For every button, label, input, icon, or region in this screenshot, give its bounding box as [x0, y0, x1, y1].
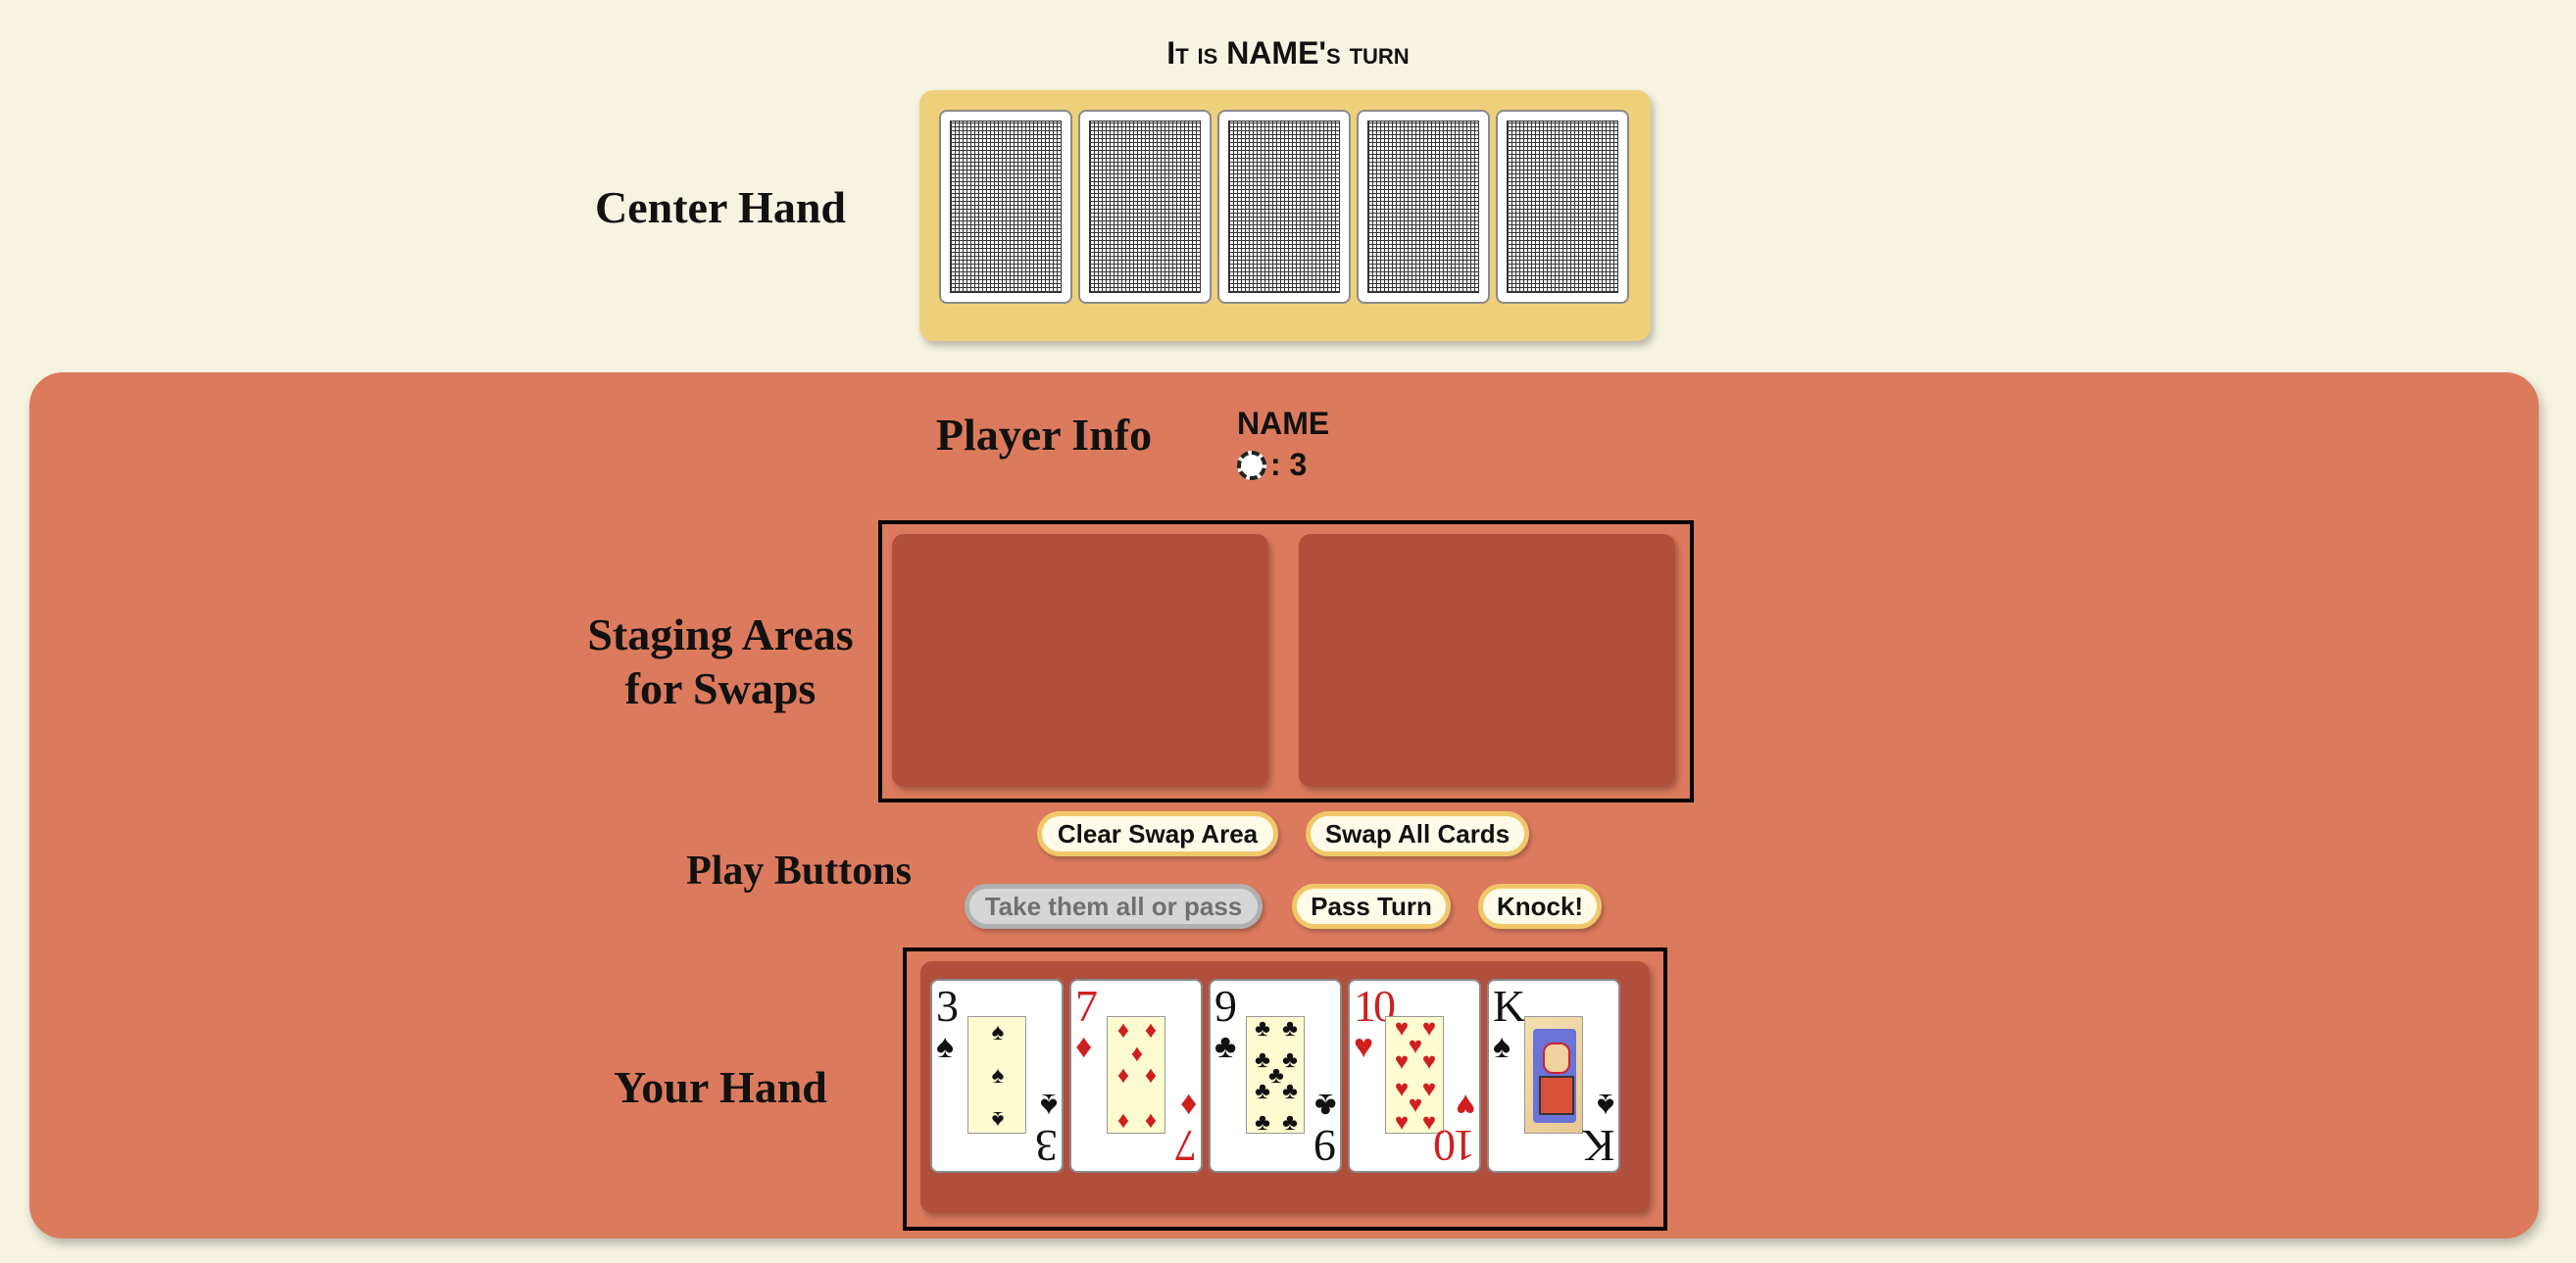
card-back-pattern	[950, 121, 1062, 293]
heart-pip-icon: ♥	[1421, 1048, 1437, 1075]
card-suit: ♠	[936, 1028, 955, 1065]
center-hand-label: Center Hand	[595, 182, 846, 232]
center-card-4[interactable]	[1357, 110, 1490, 304]
staging-label-line2: for Swaps	[624, 663, 817, 714]
your-hand-frame: 3 ♠ ♠ ♠ ♠ ♠ 3 7 ♦ ♦ ♦ ♦ ♦ ♦ ♦ ♦ ♦ 7 9 ♣ …	[903, 947, 1667, 1231]
card-rank: 9	[1316, 1121, 1336, 1171]
card-rank: 3	[936, 981, 959, 1031]
club-pip-icon: ♣	[1282, 1109, 1298, 1136]
card-suit: ♥	[1455, 1087, 1475, 1124]
player-chips: : 3	[1237, 447, 1307, 483]
card-rank: 10	[1436, 1121, 1475, 1171]
card-rank: K	[1584, 1121, 1614, 1171]
your-hand-label: Your Hand	[614, 1062, 827, 1112]
staging-label-line1: Staging Areas	[587, 609, 854, 659]
card-center: ♥ ♥ ♥ ♥ ♥ ♥ ♥ ♥ ♥ ♥	[1385, 1016, 1444, 1136]
player-info-label: Player Info	[935, 410, 1153, 460]
diamond-pip-icon: ♦	[1144, 1017, 1158, 1044]
staging-frame	[878, 520, 1694, 802]
swap-all-cards-button[interactable]: Swap All Cards	[1306, 811, 1529, 856]
diamond-pip-icon: ♦	[1116, 1062, 1130, 1089]
clear-swap-area-button[interactable]: Clear Swap Area	[1037, 811, 1278, 856]
center-card-2[interactable]	[1078, 110, 1212, 304]
chip-count: : 3	[1270, 447, 1308, 482]
card-rank: 9	[1214, 981, 1237, 1031]
hand-card-5[interactable]: K ♠ ♠ K	[1487, 979, 1620, 1173]
club-pip-icon: ♣	[1255, 1109, 1270, 1136]
card-suit: ♠	[1493, 1028, 1511, 1065]
diamond-pip-icon: ♦	[1116, 1107, 1130, 1134]
diamond-pip-icon: ♦	[1144, 1062, 1158, 1089]
card-center: ♦ ♦ ♦ ♦ ♦ ♦ ♦	[1107, 1016, 1165, 1134]
club-pip-icon: ♣	[1282, 1078, 1298, 1104]
card-rank: 7	[1177, 1121, 1197, 1171]
spade-pip-icon: ♠	[991, 1062, 1005, 1089]
hand-card-4[interactable]: 10 ♥ ♥ ♥ ♥ ♥ ♥ ♥ ♥ ♥ ♥ ♥ ♥ 10	[1348, 979, 1481, 1173]
club-pip-icon: ♣	[1255, 1078, 1270, 1104]
card-center: ♠ ♠ ♠	[967, 1016, 1026, 1134]
card-suit: ♠	[1596, 1087, 1614, 1124]
staging-areas-label: Staging Areas for Swaps	[549, 607, 892, 715]
card-back-pattern	[1089, 121, 1201, 293]
card-suit: ♦	[1075, 1028, 1093, 1065]
turn-indicator: It is NAME's turn	[1166, 35, 1410, 71]
club-pip-icon: ♣	[1282, 1015, 1298, 1042]
knock-button[interactable]: Knock!	[1478, 884, 1602, 929]
your-hand-tray: 3 ♠ ♠ ♠ ♠ ♠ 3 7 ♦ ♦ ♦ ♦ ♦ ♦ ♦ ♦ ♦ 7 9 ♣ …	[920, 961, 1650, 1213]
center-hand-tray	[919, 90, 1651, 341]
heart-pip-icon: ♥	[1394, 1109, 1410, 1136]
card-suit: ♣	[1214, 1028, 1237, 1065]
diamond-pip-icon: ♦	[1144, 1107, 1158, 1134]
spade-pip-icon: ♠	[991, 1019, 1005, 1045]
card-suit: ♦	[1179, 1087, 1197, 1124]
center-card-1[interactable]	[939, 110, 1072, 304]
club-pip-icon: ♣	[1255, 1015, 1270, 1042]
pass-turn-button[interactable]: Pass Turn	[1292, 884, 1451, 929]
card-back-pattern	[1228, 121, 1340, 293]
spade-pip-icon: ♠	[991, 1106, 1005, 1133]
card-back-pattern	[1507, 121, 1618, 293]
hand-card-2[interactable]: 7 ♦ ♦ ♦ ♦ ♦ ♦ ♦ ♦ ♦ 7	[1069, 979, 1203, 1173]
card-suit: ♣	[1313, 1087, 1336, 1124]
card-suit: ♥	[1354, 1028, 1374, 1065]
play-buttons-label: Play Buttons	[686, 849, 912, 894]
card-back-pattern	[1367, 121, 1479, 293]
staging-area-right[interactable]	[1299, 534, 1675, 787]
staging-area-left[interactable]	[892, 534, 1268, 787]
player-name: NAME	[1237, 406, 1330, 441]
hand-card-3[interactable]: 9 ♣ ♣ ♣ ♣ ♣ ♣ ♣ ♣ ♣ ♣ ♣ 9	[1209, 979, 1342, 1173]
heart-pip-icon: ♥	[1394, 1048, 1410, 1075]
chip-icon	[1237, 450, 1266, 480]
card-rank: K	[1493, 981, 1525, 1031]
take-them-all-or-pass-button[interactable]: Take them all or pass	[965, 884, 1263, 929]
card-suit: ♠	[1039, 1087, 1058, 1124]
card-center	[1524, 1016, 1583, 1134]
hand-card-1[interactable]: 3 ♠ ♠ ♠ ♠ ♠ 3	[930, 979, 1064, 1173]
diamond-pip-icon: ♦	[1116, 1017, 1130, 1044]
card-center: ♣ ♣ ♣ ♣ ♣ ♣ ♣ ♣ ♣	[1246, 1015, 1305, 1136]
center-card-3[interactable]	[1217, 110, 1351, 304]
center-card-5[interactable]	[1496, 110, 1629, 304]
card-rank: 3	[1038, 1121, 1058, 1171]
card-rank: 7	[1075, 981, 1098, 1031]
king-portrait-icon	[1533, 1029, 1576, 1123]
